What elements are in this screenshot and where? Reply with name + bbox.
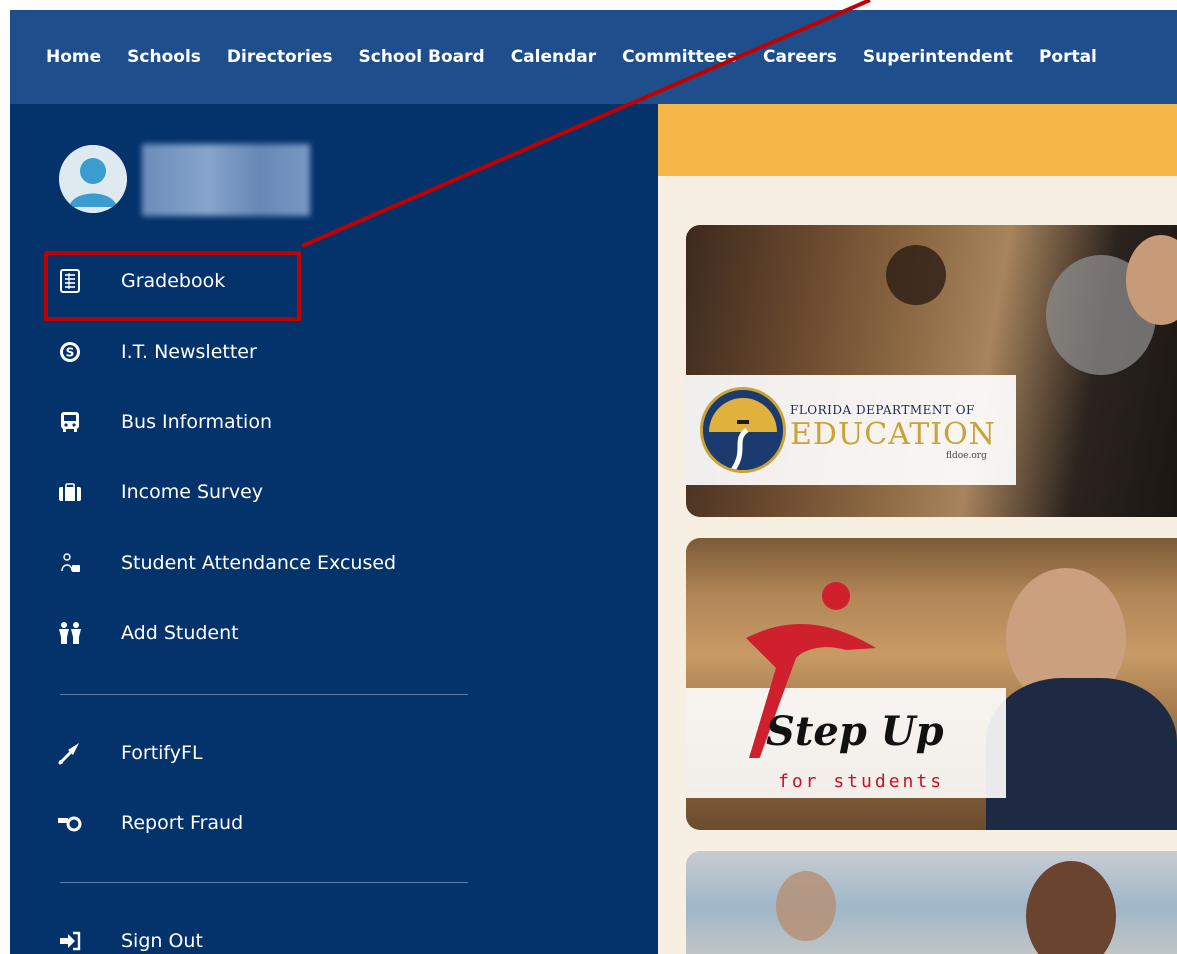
- nav-school-board[interactable]: School Board: [359, 47, 485, 67]
- fldoe-title-line1: FLORIDA DEPARTMENT OF: [790, 403, 975, 417]
- fldoe-card[interactable]: FLORIDA DEPARTMENT OF EDUCATION fldoe.or…: [686, 225, 1177, 517]
- sidebar-item-student-attendance[interactable]: Student Attendance Excused: [50, 544, 470, 582]
- nav-careers[interactable]: Careers: [763, 47, 837, 67]
- sidebar-item-add-student[interactable]: Add Student: [50, 614, 470, 652]
- user-avatar-icon: [59, 145, 127, 213]
- nav-calendar[interactable]: Calendar: [511, 47, 596, 67]
- megaphone-icon: [57, 740, 83, 766]
- photo-graduate: [886, 245, 946, 305]
- sidebar-item-label: Sign Out: [121, 930, 203, 952]
- sidebar-divider: [60, 694, 468, 695]
- briefcase-icon: [57, 479, 83, 505]
- sidebar-item-label: Income Survey: [121, 481, 264, 503]
- nav-committees[interactable]: Committees: [622, 47, 737, 67]
- newsletter-icon: S: [57, 339, 83, 365]
- sidebar-item-fortifyfl[interactable]: FortifyFL: [50, 734, 470, 772]
- sidebar-item-sign-out[interactable]: Sign Out: [50, 922, 470, 954]
- svg-text:S: S: [66, 346, 75, 360]
- sign-out-icon: [57, 928, 83, 954]
- sidebar-item-it-newsletter[interactable]: S I.T. Newsletter: [50, 333, 470, 371]
- nav-superintendent[interactable]: Superintendent: [863, 47, 1013, 67]
- bus-icon: [57, 409, 83, 435]
- attendance-icon: [57, 550, 83, 576]
- sidebar-item-label: Student Attendance Excused: [121, 552, 397, 574]
- sidebar-item-report-fraud[interactable]: Report Fraud: [50, 804, 470, 842]
- sidebar-divider: [60, 882, 468, 883]
- sidebar-item-income-survey[interactable]: Income Survey: [50, 473, 470, 511]
- fldoe-title-line2: EDUCATION: [790, 417, 996, 452]
- photo-student-shirt: [986, 678, 1177, 830]
- stepup-script: Step Up: [766, 708, 944, 755]
- username-blurred: [142, 144, 310, 216]
- photo-classroom: [776, 871, 836, 941]
- whistle-icon: [57, 810, 83, 836]
- avatar[interactable]: [59, 145, 127, 213]
- gradebook-highlight-box: [44, 251, 301, 321]
- fldoe-url: fldoe.org: [946, 451, 987, 461]
- stepup-subtitle: for students: [778, 771, 945, 792]
- students-card[interactable]: [686, 851, 1177, 954]
- nav-portal[interactable]: Portal: [1039, 47, 1097, 67]
- fldoe-seal-icon: [700, 387, 786, 473]
- main-content: FLORIDA DEPARTMENT OF EDUCATION fldoe.or…: [658, 104, 1177, 954]
- sidebar-item-label: Report Fraud: [121, 812, 244, 834]
- nav-directories[interactable]: Directories: [227, 47, 333, 67]
- top-navigation: Home Schools Directories School Board Ca…: [10, 10, 1177, 104]
- photo-boy: [1026, 861, 1116, 954]
- sidebar-item-label: Bus Information: [121, 411, 272, 433]
- sidebar-item-label: Add Student: [121, 622, 239, 644]
- page-frame: Home Schools Directories School Board Ca…: [10, 10, 1177, 954]
- sidebar-item-label: I.T. Newsletter: [121, 341, 257, 363]
- sidebar: Gradebook S I.T. Newsletter Bus Informat…: [10, 104, 658, 954]
- add-student-icon: [57, 620, 83, 646]
- sidebar-item-bus-information[interactable]: Bus Information: [50, 403, 470, 441]
- yellow-banner: [658, 104, 1177, 176]
- nav-schools[interactable]: Schools: [127, 47, 201, 67]
- nav-home[interactable]: Home: [46, 47, 101, 67]
- stepup-card[interactable]: Step Up for students: [686, 538, 1177, 830]
- sidebar-item-label: FortifyFL: [121, 742, 203, 764]
